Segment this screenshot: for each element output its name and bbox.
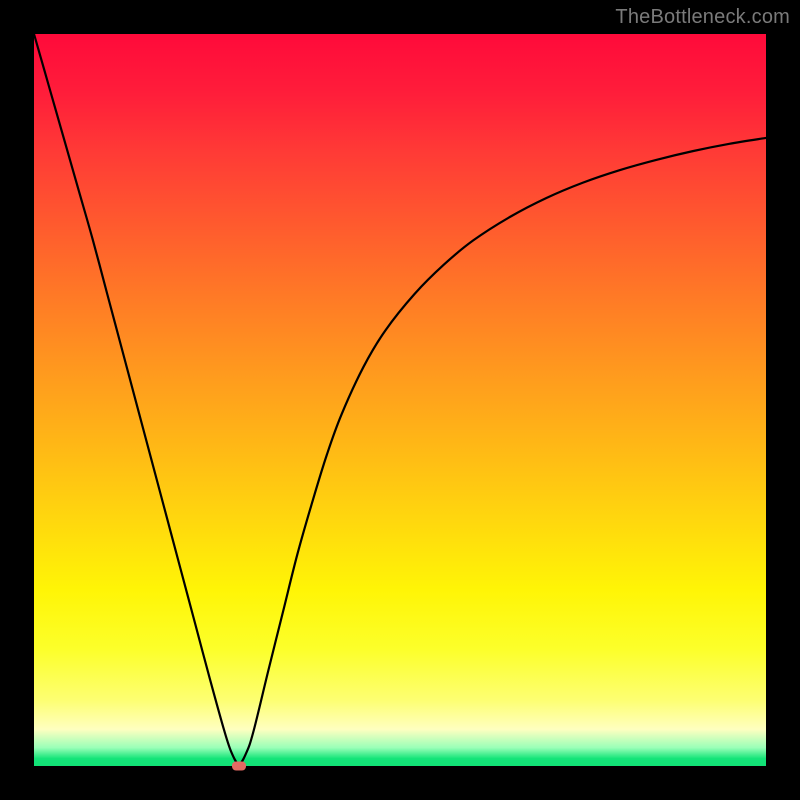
bottleneck-curve: [34, 34, 766, 766]
chart-frame: TheBottleneck.com: [0, 0, 800, 800]
watermark-text: TheBottleneck.com: [615, 6, 790, 29]
plot-area: [34, 34, 766, 766]
minimum-marker: [232, 762, 246, 771]
